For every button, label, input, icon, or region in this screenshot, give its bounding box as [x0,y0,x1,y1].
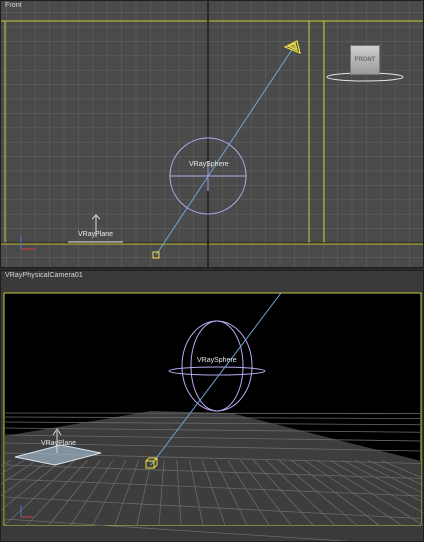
front-viewport-canvas [1,1,423,267]
camera-target-line [155,47,294,256]
front-grid [1,1,423,267]
axis-tripod-icon [20,235,35,250]
vray-plane-label-3d: VRayPlane [41,440,77,447]
camera-viewport-canvas [1,292,423,541]
front-viewport-label[interactable]: Front [5,2,22,9]
vray-sphere-label-3d: VRaySphere [197,357,237,364]
vray-plane-label: VRayPlane [78,231,114,238]
front-viewport[interactable]: Front FRONT VRaySphere VRayPlane [0,0,424,268]
viewcube-icon[interactable]: FRONT [350,45,380,75]
camera-icon[interactable] [283,40,301,54]
vray-sphere-label: VRaySphere [189,161,229,168]
camera-viewport-label[interactable]: VRayPhysicalCamera01 [5,272,83,279]
camera-viewport[interactable]: VRayPhysicalCamera01 VRaySphere VRayPlan… [0,270,424,542]
